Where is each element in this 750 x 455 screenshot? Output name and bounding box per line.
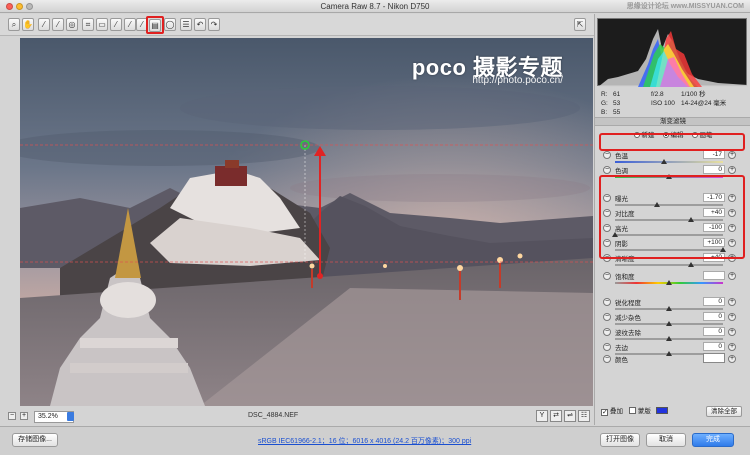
preferences-toggle-icon[interactable]: ☷ bbox=[578, 410, 590, 422]
slider-track[interactable] bbox=[615, 161, 723, 163]
target-adjust-icon[interactable]: ◎ bbox=[66, 18, 78, 31]
zoom-icon[interactable]: ⌕ bbox=[8, 18, 20, 31]
before-after-icon[interactable]: ⇄ bbox=[550, 410, 562, 422]
overlay-checkbox[interactable]: ✓ 叠加 bbox=[601, 408, 623, 416]
adjustment-panel: R: 61 f/2.8 1/100 秒 G: 53 ISO 100 14-24@24 毫米 … bbox=[594, 14, 750, 425]
slider-plus-button[interactable]: + bbox=[728, 313, 736, 321]
zoom-dropdown-arrow-icon[interactable] bbox=[67, 412, 74, 421]
slider-label: 锐化程度 bbox=[615, 300, 641, 307]
highlight-box-tone bbox=[599, 175, 745, 259]
slider-label: 色温 bbox=[615, 153, 628, 160]
slider-value-field[interactable]: 0 bbox=[703, 297, 725, 306]
slider-label: 饱和度 bbox=[615, 274, 635, 281]
fullscreen-icon[interactable]: ⇱ bbox=[574, 18, 586, 31]
mask-color-swatch[interactable] bbox=[655, 407, 668, 414]
preferences-icon[interactable]: ☰ bbox=[180, 18, 192, 31]
slider-row: − 饱和度 + bbox=[595, 271, 750, 288]
photo-filename: DSC_4884.NEF bbox=[248, 412, 299, 419]
slider-label: 波纹去除 bbox=[615, 330, 641, 337]
status-strip: − + 35.2% DSC_4884.NEF Y ⇄ ⇌ ☷ bbox=[8, 410, 591, 424]
mask-options: ✓ 叠加 蒙版 清除全部 bbox=[601, 406, 750, 420]
slider-thumb[interactable] bbox=[666, 306, 672, 311]
palace-red-section bbox=[215, 166, 247, 186]
slider-minus-button[interactable]: − bbox=[603, 151, 611, 159]
slider-plus-button[interactable]: + bbox=[728, 298, 736, 306]
color-minus-button[interactable]: − bbox=[603, 355, 611, 363]
slider-thumb[interactable] bbox=[666, 280, 672, 285]
close-window-button[interactable] bbox=[6, 3, 13, 10]
zoom-out-button[interactable]: − bbox=[8, 412, 16, 420]
straighten-icon[interactable]: ▭ bbox=[96, 18, 108, 31]
rotate-left-icon[interactable]: ↶ bbox=[194, 18, 206, 31]
slider-value-field[interactable]: 0 bbox=[703, 165, 725, 174]
slider-minus-button[interactable]: − bbox=[603, 343, 611, 351]
slider-thumb[interactable] bbox=[666, 321, 672, 326]
window-title: Camera Raw 8.7 - Nikon D750 bbox=[320, 2, 430, 11]
slider-minus-button[interactable]: − bbox=[603, 166, 611, 174]
poco-url: http://photo.poco.cn/ bbox=[472, 75, 563, 86]
slider-plus-button[interactable]: + bbox=[728, 328, 736, 336]
slider-thumb[interactable] bbox=[660, 159, 667, 164]
slider-value-field[interactable]: 0 bbox=[703, 342, 725, 351]
camera-raw-window: Camera Raw 8.7 - Nikon D750 思缘设计论坛 www.M… bbox=[0, 0, 750, 455]
slider-thumb[interactable] bbox=[666, 336, 672, 341]
workflow-options-link[interactable]: sRGB IEC61966-2.1；16 位；6016 x 4016 (24.2… bbox=[258, 436, 471, 446]
slider-minus-button[interactable]: − bbox=[603, 272, 611, 280]
spot-removal-icon[interactable]: ⁄ bbox=[110, 18, 122, 31]
highlight-box-temp bbox=[599, 133, 745, 151]
mask-checkbox[interactable]: 蒙版 bbox=[628, 407, 651, 415]
clear-all-button[interactable]: 清除全部 bbox=[706, 406, 742, 417]
save-image-button[interactable]: 存储图像... bbox=[12, 433, 58, 447]
color-row: − 颜色 + bbox=[595, 353, 750, 369]
cancel-button[interactable]: 取消 bbox=[646, 433, 686, 447]
mask-label: 蒙版 bbox=[637, 408, 651, 415]
footer: 存储图像... sRGB IEC61966-2.1；16 位；6016 x 40… bbox=[0, 426, 750, 455]
hand-icon[interactable]: ✋ bbox=[22, 18, 34, 31]
rotate-right-icon[interactable]: ↷ bbox=[208, 18, 220, 31]
done-button[interactable]: 完成 bbox=[692, 433, 734, 447]
zoom-window-button[interactable] bbox=[26, 3, 33, 10]
photo-image bbox=[20, 38, 593, 406]
slider-track[interactable] bbox=[615, 264, 723, 266]
slider-thumb[interactable] bbox=[687, 262, 694, 267]
overlay-label: 叠加 bbox=[610, 408, 623, 415]
color-swatch[interactable] bbox=[703, 353, 725, 363]
checkbox-checked-icon: ✓ bbox=[601, 409, 608, 416]
slider-value-field[interactable] bbox=[703, 271, 725, 280]
checkbox-icon bbox=[628, 407, 636, 414]
crop-icon[interactable]: ⌗ bbox=[82, 18, 94, 31]
red-eye-icon[interactable]: ⁄ bbox=[124, 18, 136, 31]
swap-settings-icon[interactable]: ⇌ bbox=[564, 410, 576, 422]
slider-label: 减少杂色 bbox=[615, 315, 641, 322]
slider-minus-button[interactable]: − bbox=[603, 313, 611, 321]
compare-toggle-icon[interactable]: Y bbox=[536, 410, 548, 422]
slider-value-field[interactable]: 0 bbox=[703, 327, 725, 336]
slider-value-field[interactable]: -17 bbox=[703, 150, 725, 159]
slider-label: 色调 bbox=[615, 168, 628, 175]
graduated-filter-highlight bbox=[146, 16, 164, 34]
zoom-level-value: 35.2% bbox=[38, 413, 58, 420]
slider-plus-button[interactable]: + bbox=[728, 151, 736, 159]
color-plus-button[interactable]: + bbox=[728, 355, 736, 363]
zoom-in-button[interactable]: + bbox=[20, 412, 28, 420]
slider-plus-button[interactable]: + bbox=[728, 272, 736, 280]
site-watermark: 思缘设计论坛 www.MISSYUAN.COM bbox=[626, 3, 744, 10]
open-image-button[interactable]: 打开图像 bbox=[600, 433, 640, 447]
slider-plus-button[interactable]: + bbox=[728, 166, 736, 174]
color-sampler-icon[interactable]: ⁄ bbox=[52, 18, 64, 31]
slider-minus-button[interactable]: − bbox=[603, 298, 611, 306]
slider-value-field[interactable]: 0 bbox=[703, 312, 725, 321]
color-label: 颜色 bbox=[615, 357, 628, 364]
radial-filter-icon[interactable]: ◯ bbox=[164, 18, 176, 31]
photo-canvas[interactable]: poco 摄影专题 http://photo.poco.cn/ bbox=[20, 38, 593, 406]
minimize-window-button[interactable] bbox=[16, 3, 23, 10]
slider-label: 去边 bbox=[615, 345, 628, 352]
white-balance-icon[interactable]: ⁄ bbox=[38, 18, 50, 31]
slider-minus-button[interactable]: − bbox=[603, 328, 611, 336]
slider-plus-button[interactable]: + bbox=[728, 343, 736, 351]
